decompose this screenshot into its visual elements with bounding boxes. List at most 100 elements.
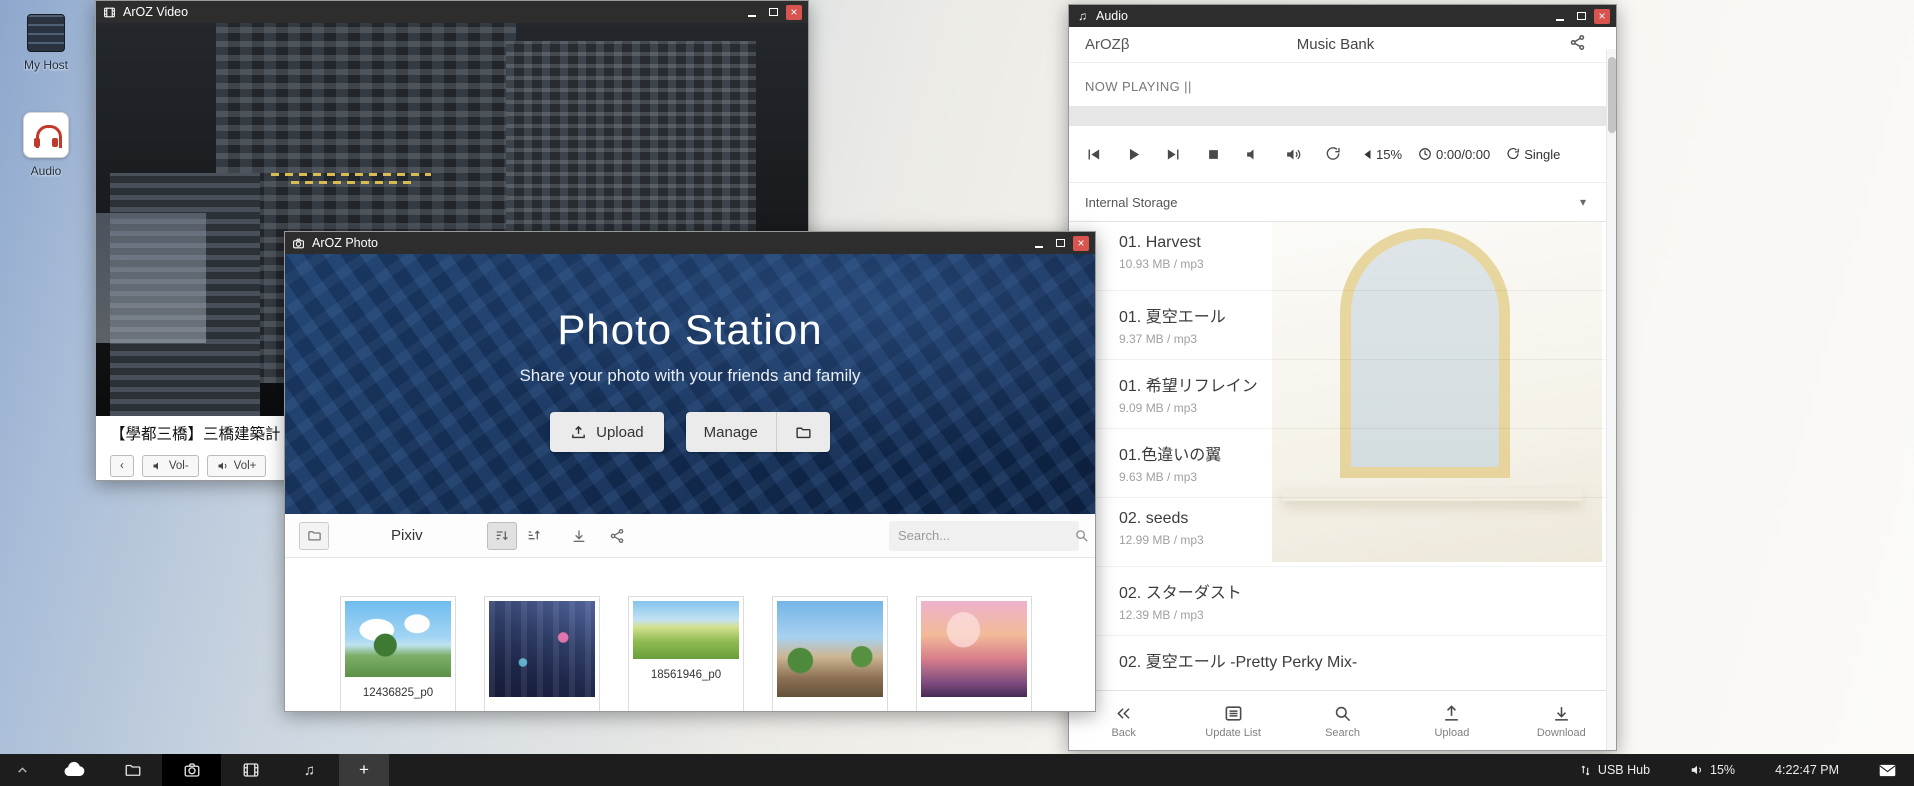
playback-controls: 15% 0:00/0:00 Single	[1069, 126, 1616, 182]
previous-track-button[interactable]	[1083, 144, 1103, 164]
desktop-icon-audio[interactable]: Audio	[14, 112, 78, 178]
audio-window: ♫ Audio × ArOZβ Music Bank NOW PLAYING |…	[1068, 4, 1617, 751]
notifications-button[interactable]	[1879, 764, 1896, 777]
track-row[interactable]: 01. 希望リフレイン 9.09 MB / mp3	[1069, 360, 1616, 429]
time-display: 0:00/0:00	[1418, 147, 1490, 162]
search-button[interactable]: Search	[1288, 691, 1397, 751]
volume-status[interactable]: 15%	[1690, 763, 1735, 777]
maximize-button[interactable]	[1573, 9, 1589, 24]
minimize-button[interactable]	[744, 5, 760, 20]
now-playing-label: NOW PLAYING ||	[1085, 79, 1600, 94]
camera-icon	[291, 236, 306, 251]
desktop-icon-label: My Host	[14, 58, 78, 72]
volume-down-icon[interactable]	[1243, 144, 1263, 164]
speaker-icon	[1690, 763, 1704, 777]
scrollbar-thumb[interactable]	[1608, 57, 1616, 133]
window-title: ArOZ Video	[123, 5, 738, 19]
taskbar-photo-button[interactable]	[162, 754, 221, 786]
maximize-button[interactable]	[765, 5, 781, 20]
volume-down-button[interactable]: Vol-	[142, 455, 199, 477]
upload-button[interactable]: Upload	[1397, 691, 1506, 751]
close-button[interactable]: ×	[1594, 9, 1610, 24]
desktop-icon-my-host[interactable]: My Host	[14, 14, 78, 72]
track-row[interactable]: 01. 夏空エール 9.37 MB / mp3	[1069, 291, 1616, 360]
search-icon[interactable]	[1074, 528, 1089, 543]
host-icon	[27, 14, 65, 52]
add-app-button[interactable]: +	[339, 754, 389, 786]
minimize-button[interactable]	[1552, 9, 1568, 24]
photo-thumbnail	[489, 601, 595, 697]
usb-hub-status[interactable]: USB Hub	[1579, 763, 1650, 777]
photo-card[interactable]	[484, 596, 600, 712]
photo-card[interactable]: 12436825_p0	[340, 596, 456, 712]
audio-window-titlebar[interactable]: ♫ Audio ×	[1069, 5, 1616, 27]
track-row[interactable]: 02. seeds 12.99 MB / mp3	[1069, 498, 1616, 567]
video-frame-decoration	[271, 173, 431, 176]
photo-window-titlebar[interactable]: ArOZ Photo ×	[285, 232, 1095, 254]
volume-up-icon[interactable]	[1283, 144, 1303, 164]
taskbar: ♫ + USB Hub 15% 4:22:47 PM	[0, 754, 1914, 786]
track-row[interactable]: 01. Harvest 10.93 MB / mp3	[1069, 222, 1616, 291]
refresh-icon[interactable]	[1323, 144, 1343, 164]
video-frame-decoration	[96, 213, 206, 343]
manage-folder-icon[interactable]	[776, 412, 830, 452]
photo-grid: 12436825_p0 18561946_p0	[340, 596, 1095, 712]
audio-footer-nav: Back Update List Search Upload Download	[1069, 690, 1616, 751]
track-list: 01. Harvest 10.93 MB / mp3 01. 夏空エール 9.3…	[1069, 222, 1616, 672]
taskbar-files-button[interactable]	[103, 754, 162, 786]
track-row[interactable]: 02. 夏空エール -Pretty Perky Mix-	[1069, 636, 1616, 672]
headphones-icon	[23, 112, 69, 158]
photo-toolbar: Pixiv	[285, 514, 1095, 558]
scrollbar[interactable]	[1606, 49, 1616, 751]
stop-button[interactable]	[1203, 144, 1223, 164]
search-input[interactable]	[898, 528, 1074, 543]
chevron-up-icon[interactable]	[0, 754, 44, 786]
photo-card[interactable]	[772, 596, 888, 712]
folder-up-button[interactable]	[299, 522, 329, 550]
taskbar-video-button[interactable]	[221, 754, 280, 786]
track-row[interactable]: 01.色違いの翼 9.63 MB / mp3	[1069, 429, 1616, 498]
search-box	[889, 521, 1079, 551]
taskbar-cloud-button[interactable]	[44, 754, 103, 786]
sort-descending-button[interactable]	[519, 522, 549, 550]
share-icon[interactable]	[1569, 34, 1586, 55]
photo-hero-banner: Photo Station Share your photo with your…	[285, 254, 1095, 514]
video-window-titlebar[interactable]: ArOZ Video ×	[96, 1, 808, 23]
volume-percent: 15%	[1363, 147, 1402, 162]
seek-bar[interactable]	[1069, 106, 1616, 126]
photo-card[interactable]	[916, 596, 1032, 712]
track-row[interactable]: 02. スターダスト 12.39 MB / mp3	[1069, 567, 1616, 636]
upload-button[interactable]: Upload	[550, 412, 664, 452]
play-button[interactable]	[1123, 144, 1143, 164]
window-title: Audio	[1096, 9, 1546, 23]
desktop-icon-label: Audio	[14, 164, 78, 178]
minimize-button[interactable]	[1031, 236, 1047, 251]
download-icon[interactable]	[571, 528, 587, 544]
next-track-button[interactable]	[1163, 144, 1183, 164]
share-icon[interactable]	[609, 528, 625, 544]
hero-title: Photo Station	[285, 306, 1095, 354]
audio-header: ArOZβ Music Bank	[1069, 27, 1616, 63]
taskbar-music-button[interactable]: ♫	[280, 754, 339, 786]
update-list-button[interactable]: Update List	[1178, 691, 1287, 751]
play-mode-toggle[interactable]: Single	[1506, 147, 1560, 162]
audio-window-body: ArOZβ Music Bank NOW PLAYING ||	[1069, 27, 1616, 751]
brand-label: ArOZβ	[1085, 36, 1252, 53]
close-button[interactable]: ×	[1073, 236, 1089, 251]
storage-select[interactable]: Internal Storage ▾	[1069, 182, 1616, 222]
manage-button[interactable]: Manage	[686, 412, 776, 452]
manage-button-group: Manage	[686, 412, 830, 452]
section-label: Music Bank	[1252, 36, 1419, 53]
sort-ascending-button[interactable]	[487, 522, 517, 550]
close-button[interactable]: ×	[786, 5, 802, 20]
maximize-button[interactable]	[1052, 236, 1068, 251]
photo-card[interactable]: 18561946_p0	[628, 596, 744, 712]
download-button[interactable]: Download	[1507, 691, 1616, 751]
photo-thumbnail	[633, 601, 739, 659]
volume-up-button[interactable]: Vol+	[207, 455, 267, 477]
video-frame-decoration	[291, 181, 411, 184]
envelope-icon	[1879, 764, 1896, 777]
usb-arrows-icon	[1579, 764, 1592, 777]
previous-video-button[interactable]: ‹	[110, 455, 134, 477]
photo-window: ArOZ Photo × Photo Station Share your ph…	[284, 231, 1096, 712]
